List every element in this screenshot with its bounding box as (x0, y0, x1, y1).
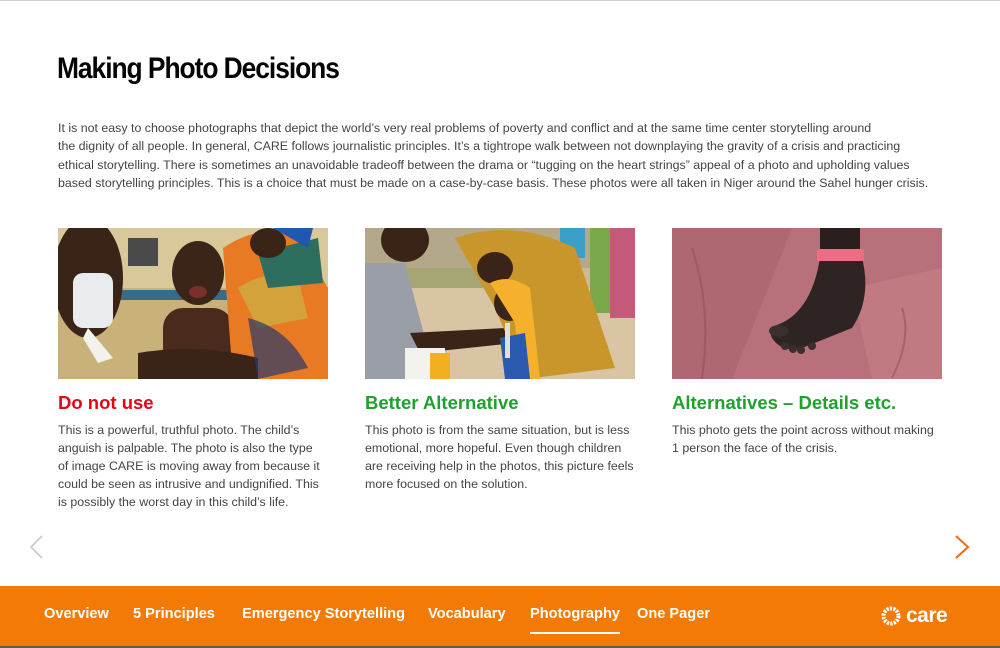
nav-item-5-principles[interactable]: 5 Principles (133, 606, 215, 622)
intro-line: It is not easy to choose photographs tha… (58, 121, 872, 135)
card-description-line: anguish is palpable. The photo is also t… (58, 441, 313, 455)
nav-item-overview[interactable]: Overview (44, 606, 109, 622)
card-title: Alternatives – Details etc. (672, 392, 897, 413)
card-description-line: of image CARE is moving away from becaus… (58, 459, 320, 473)
card-description-line: This photo gets the point across without… (672, 423, 934, 437)
page-title: Making Photo Decisions (57, 52, 340, 85)
bottom-navigation-bar: Overview 5 Principles Emergency Storytel… (0, 586, 1000, 648)
intro-line: based storytelling principles. This is a… (58, 175, 929, 190)
card-description-line: is possibly the worst day in this child’… (58, 495, 289, 509)
photo-card-do-not-use: Do not use This is a powerful, truthful … (58, 228, 328, 511)
photo-foot-wristband (672, 228, 942, 379)
previous-slide-button[interactable] (28, 533, 48, 561)
card-description: This is a powerful, truthful photo. The … (58, 421, 328, 511)
care-logo[interactable]: care · (879, 604, 951, 628)
card-title: Do not use (58, 392, 154, 413)
nav-item-vocabulary[interactable]: Vocabulary (428, 606, 506, 622)
nav-item-one-pager[interactable]: One Pager (637, 606, 710, 622)
card-description-line: 1 person the face of the crisis. (672, 441, 838, 455)
card-description-line: emotional, more hopeful. Even though chi… (365, 441, 622, 455)
intro-line: the dignity of all people. In general, C… (58, 139, 901, 154)
nav-item-emergency-storytelling[interactable]: Emergency Storytelling (242, 606, 405, 622)
photo-card-better-alternative: Better Alternative This photo is from th… (365, 228, 635, 493)
next-slide-button[interactable] (953, 533, 973, 561)
photo-crying-child (58, 228, 328, 379)
chevron-left-icon (29, 535, 43, 559)
intro-line: ethical storytelling. There is sometimes… (58, 157, 910, 172)
photo-card-alternatives-details: Alternatives – Details etc. This photo g… (672, 228, 942, 457)
card-description-line: This photo is from the same situation, b… (365, 423, 630, 437)
card-description-line: more focused on the solution. (365, 477, 528, 491)
top-divider (0, 0, 1000, 1)
care-hands-circle-icon (881, 606, 901, 626)
card-description: This photo gets the point across without… (672, 421, 942, 457)
card-description-line: could be seen as intrusive and undignifi… (58, 477, 319, 491)
card-title: Better Alternative (365, 392, 519, 413)
card-description-line: This is a powerful, truthful photo. The … (58, 423, 300, 437)
intro-paragraph: It is not easy to choose photographs tha… (58, 119, 938, 192)
card-description-line: are receiving help in the photos, this p… (365, 459, 634, 473)
care-logo-text: care (906, 604, 948, 627)
photo-arm-measurement (365, 228, 635, 379)
card-description: This photo is from the same situation, b… (365, 421, 635, 493)
care-logo-mark: · (948, 608, 951, 615)
nav-item-photography[interactable]: Photography (530, 606, 620, 634)
chevron-right-icon (955, 535, 970, 559)
